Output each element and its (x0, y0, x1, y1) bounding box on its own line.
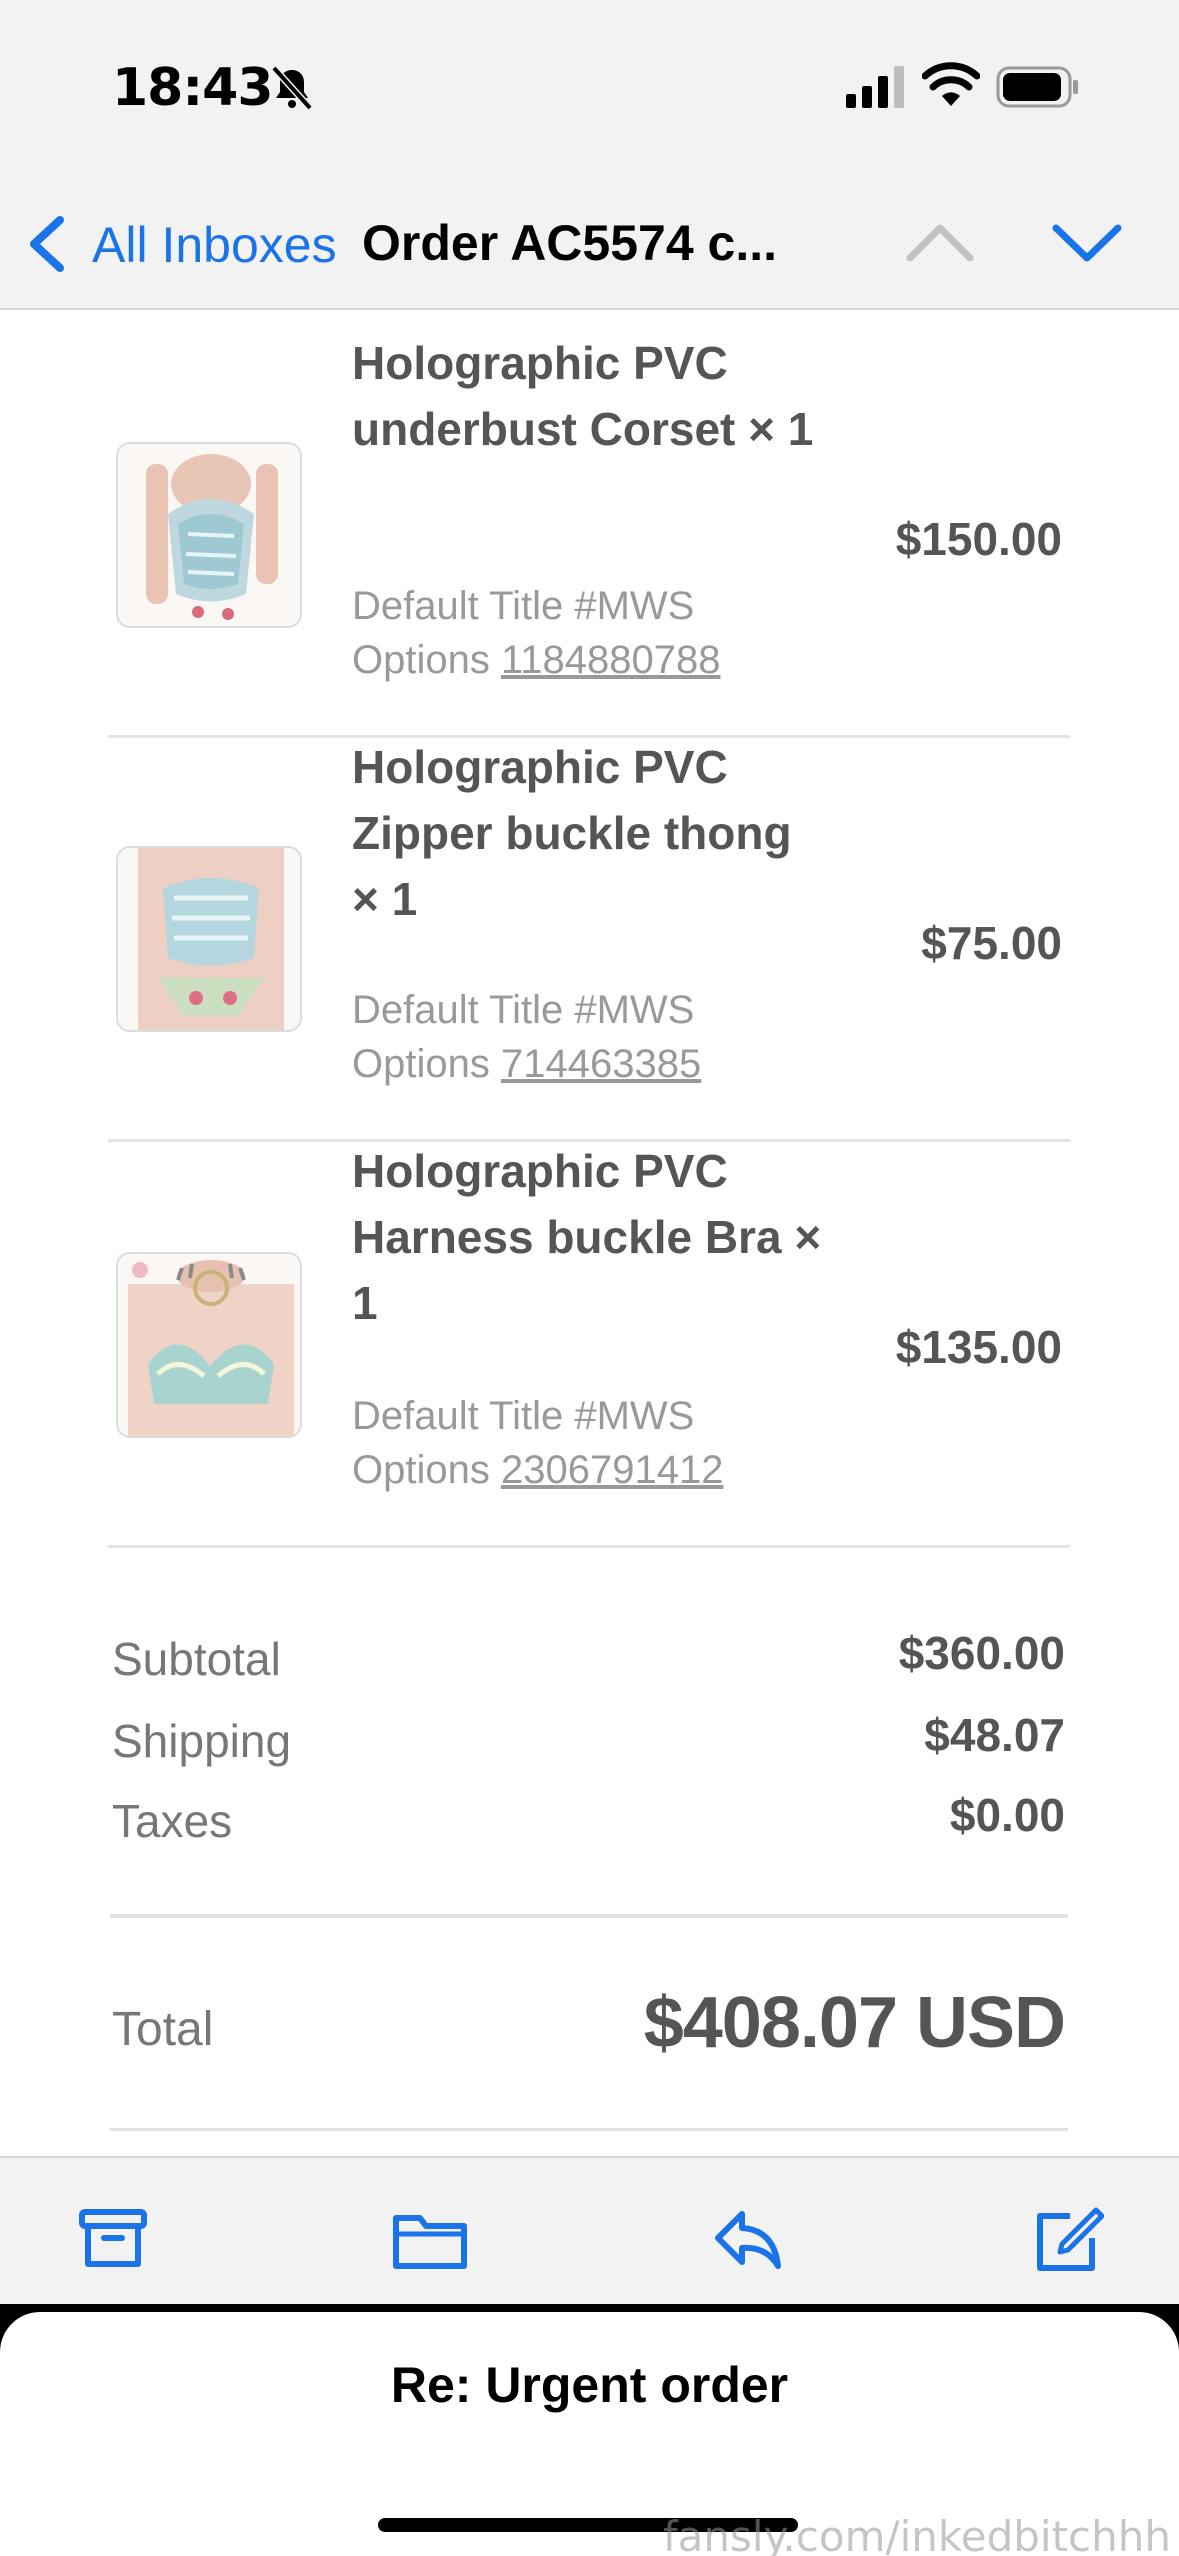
options-link[interactable]: 1184880788 (501, 638, 721, 682)
draft-title[interactable]: Re: Urgent order (0, 2356, 1179, 2414)
shipping-value: $48.07 (924, 1709, 1065, 1761)
compose-icon[interactable] (1034, 2206, 1104, 2272)
taxes-label: Taxes (112, 1795, 233, 1847)
back-chevron-icon[interactable] (24, 214, 68, 274)
product-options: Options 714463385 (352, 1042, 701, 1087)
product-name[interactable]: Holographic PVC Zipper buckle thong × 1 (352, 734, 822, 932)
back-button[interactable]: All Inboxes (92, 216, 337, 274)
product-variant: Default Title #MWS (352, 584, 695, 628)
shipping-label: Shipping (112, 1715, 292, 1767)
summary-divider (110, 1914, 1068, 1918)
order-line-item: Holographic PVC Harness buckle Bra × 1 D… (108, 1144, 1070, 1548)
wifi-icon (922, 62, 980, 106)
product-image-thong[interactable] (116, 846, 302, 1032)
archive-icon[interactable] (78, 2206, 148, 2272)
total-divider (110, 2128, 1068, 2131)
order-line-item: Holographic PVC Zipper buckle thong × 1 … (108, 740, 1070, 1142)
battery-icon (996, 66, 1078, 108)
message-title: Order AC5574 c... (362, 215, 778, 271)
product-price: $135.00 (895, 1321, 1062, 1373)
total-label: Total (112, 2003, 214, 2056)
options-link[interactable]: 2306791412 (501, 1448, 723, 1492)
product-image-corset[interactable] (116, 442, 302, 628)
product-options: Options 2306791412 (352, 1448, 723, 1493)
previous-message-chevron-up-icon[interactable] (904, 220, 976, 264)
cellular-signal-icon (846, 66, 904, 108)
folder-icon[interactable] (392, 2206, 468, 2272)
options-label: Options (352, 1042, 490, 1086)
options-label: Options (352, 1448, 490, 1492)
total-value: $408.07 USD (643, 1983, 1066, 2063)
product-price: $75.00 (921, 917, 1062, 969)
product-name[interactable]: Holographic PVC Harness buckle Bra × 1 (352, 1138, 822, 1336)
product-name[interactable]: Holographic PVC underbust Corset × 1 (352, 330, 822, 462)
product-options: Options 1184880788 (352, 638, 720, 683)
watermark: fansly.com/inkedbitchhh (662, 2512, 1171, 2556)
bell-slash-icon (271, 65, 313, 111)
status-time: 18:43 (112, 58, 274, 118)
subtotal-label: Subtotal (112, 1633, 281, 1685)
taxes-value: $0.00 (949, 1789, 1065, 1841)
reply-icon[interactable] (712, 2206, 782, 2272)
product-image-bra[interactable] (116, 1252, 302, 1438)
message-toolbar (0, 2156, 1179, 2304)
order-line-item: Holographic PVC underbust Corset × 1 Def… (108, 336, 1070, 738)
product-variant: Default Title #MWS (352, 988, 695, 1032)
options-link[interactable]: 714463385 (501, 1042, 701, 1086)
next-message-chevron-down-icon[interactable] (1050, 220, 1124, 264)
subtotal-value: $360.00 (898, 1627, 1065, 1679)
product-variant: Default Title #MWS (352, 1394, 695, 1438)
top-bar: 18:43 All Inboxes Order AC5574 c... (0, 0, 1179, 310)
options-label: Options (352, 638, 490, 682)
product-price: $150.00 (895, 513, 1062, 565)
